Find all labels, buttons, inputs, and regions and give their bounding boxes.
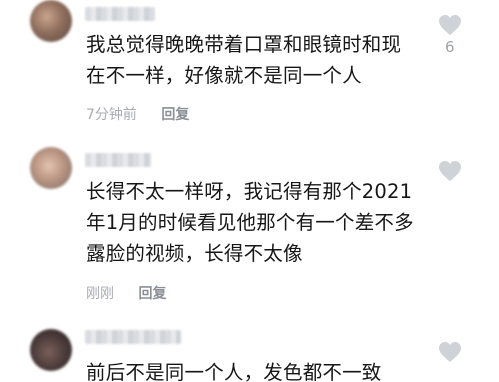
comment-text-line: 前后不是同一个人，发色都不一致 [86,361,382,382]
avatar[interactable] [30,147,72,189]
comment-meta: 7分钟前 回复 [86,104,189,124]
comment-text: 我总觉得晚晚带着口罩和眼镜时和现 在不一样，好像就不是同一个人 [86,29,426,91]
heart-icon[interactable] [438,14,462,36]
comment-text-line: 在不一样，好像就不是同一个人 [86,64,362,87]
reply-button[interactable]: 回复 [138,283,166,303]
comment-text-line: 我总觉得晚晚带着口罩和眼镜时和现 [86,33,402,56]
heart-icon[interactable] [438,341,462,363]
comment-text-line: 长得不太一样呀，我记得有那个2021 [86,180,413,203]
avatar[interactable] [30,0,72,42]
timestamp: 刚刚 [86,286,114,302]
comment-text-line: 年1月的时候看见他那个有一个差不多 [86,211,414,234]
comment-list: 6 我总觉得晚晚带着口罩和眼镜时和现 在不一样，好像就不是同一个人 7分钟前 回… [0,0,499,382]
comment-meta: 刚刚 回复 [86,283,166,303]
username-blurred[interactable] [85,7,155,21]
timestamp: 7分钟前 [86,107,137,123]
like-count: 6 [445,38,455,56]
username-blurred[interactable] [85,330,181,344]
heart-icon[interactable] [438,160,462,182]
username-blurred[interactable] [85,153,151,167]
comment-text: 前后不是同一个人，发色都不一致 [86,357,426,382]
reply-button[interactable]: 回复 [161,104,189,124]
avatar[interactable] [30,329,72,371]
comment-text-line: 露脸的视频，长得不太像 [86,242,303,265]
comment-text: 长得不太一样呀，我记得有那个2021 年1月的时候看见他那个有一个差不多 露脸的… [86,176,426,269]
